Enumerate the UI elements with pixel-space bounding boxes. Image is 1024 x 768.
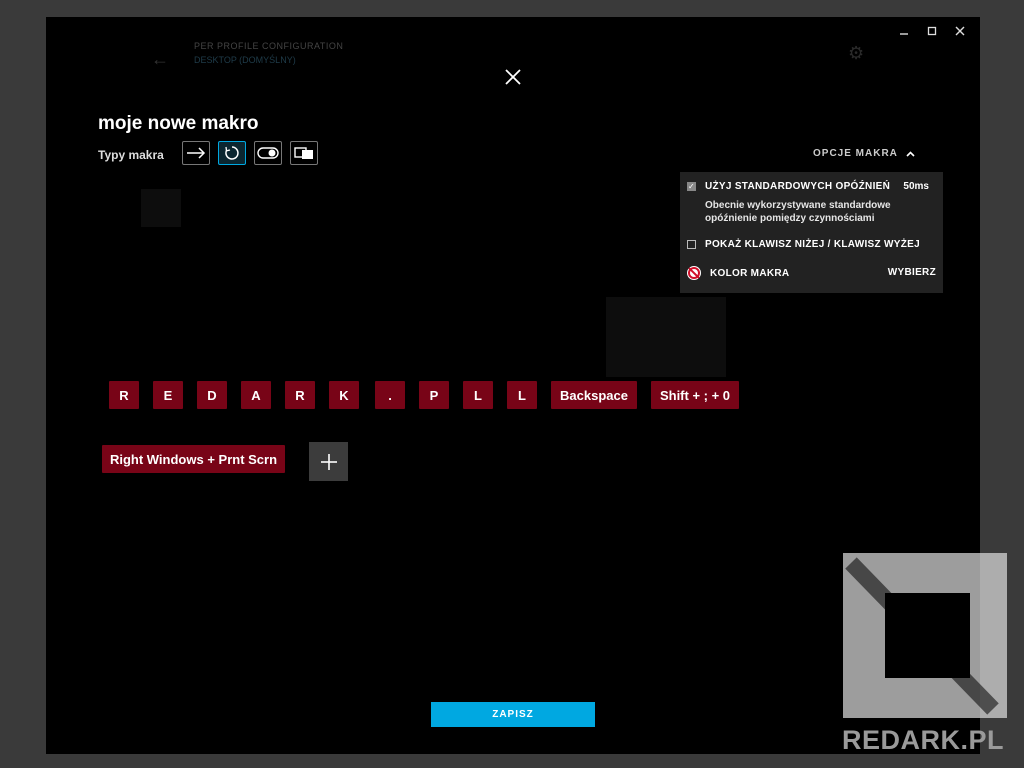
minimize-icon[interactable]	[892, 21, 916, 41]
macro-color-row: KOLOR MAKRA	[687, 266, 789, 280]
background-block	[141, 189, 181, 227]
macro-type-repeat-button[interactable]	[218, 141, 246, 165]
save-button[interactable]: ZAPISZ	[431, 702, 595, 727]
sequence-icon	[294, 147, 313, 159]
add-action-button[interactable]	[309, 442, 348, 481]
close-window-icon[interactable]	[948, 21, 972, 41]
repeat-circle-icon	[225, 146, 239, 160]
macro-type-toggle-button[interactable]	[254, 141, 282, 165]
macro-key[interactable]: L	[507, 381, 537, 409]
macro-type-no-repeat-button[interactable]	[182, 141, 210, 165]
default-delay-value[interactable]: 50ms	[903, 181, 929, 192]
app-window: ← PER PROFILE CONFIGURATION DESKTOP (DOM…	[46, 17, 980, 754]
choose-color-button[interactable]: WYBIERZ	[888, 267, 936, 278]
plus-icon	[320, 453, 337, 470]
back-arrow-icon: ←	[151, 49, 169, 69]
macro-key[interactable]: Right Windows + Prnt Scrn	[102, 445, 285, 473]
background-gear-icon: ⚙	[848, 43, 865, 63]
macro-key[interactable]: R	[109, 381, 139, 409]
redark-logo	[843, 553, 1007, 718]
maximize-icon[interactable]	[920, 21, 944, 41]
macro-key[interactable]: P	[419, 381, 449, 409]
show-keys-label: POKAŻ KLAWISZ NIŻEJ / KLAWISZ WYŻEJ	[705, 239, 920, 250]
background-header-title: PER PROFILE CONFIGURATION	[194, 41, 344, 51]
use-default-delays-checkbox[interactable]: ✓	[687, 182, 696, 191]
macro-key[interactable]: .	[375, 381, 405, 409]
macro-key[interactable]: R	[285, 381, 315, 409]
close-editor-icon[interactable]	[501, 65, 525, 89]
macro-key[interactable]: L	[463, 381, 493, 409]
macro-key[interactable]: D	[197, 381, 227, 409]
show-keys-row: POKAŻ KLAWISZ NIŻEJ / KLAWISZ WYŻEJ	[687, 239, 920, 250]
macro-options-panel: ✓ UŻYJ STANDARDOWYCH OPÓŹNIEŃ 50ms Obecn…	[680, 172, 943, 293]
default-delay-description: Obecnie wykorzystywane standardowe opóźn…	[705, 200, 891, 224]
show-keys-checkbox[interactable]	[687, 240, 696, 249]
macro-key[interactable]: A	[241, 381, 271, 409]
arrow-right-icon	[187, 147, 206, 159]
use-default-delays-label: UŻYJ STANDARDOWYCH OPÓŹNIEŃ	[705, 181, 891, 192]
macro-key[interactable]: K	[329, 381, 359, 409]
macro-title[interactable]: moje nowe makro	[98, 113, 259, 135]
macro-options-label: OPCJE MAKRA	[813, 148, 898, 159]
background-block	[606, 297, 726, 377]
no-color-icon	[687, 266, 701, 280]
macro-key[interactable]: E	[153, 381, 183, 409]
macro-key[interactable]: Backspace	[551, 381, 637, 409]
macro-options-toggle[interactable]: OPCJE MAKRA	[813, 148, 915, 159]
macro-type-sequence-button[interactable]	[290, 141, 318, 165]
background-header-subtitle: DESKTOP (DOMYŚLNY)	[194, 55, 296, 65]
watermark-text: REDARK.PL	[842, 725, 1005, 755]
macro-color-label: KOLOR MAKRA	[710, 267, 790, 279]
use-default-delays-row: ✓ UŻYJ STANDARDOWYCH OPÓŹNIEŃ	[687, 181, 929, 192]
window-controls	[892, 21, 972, 41]
chevron-up-icon	[906, 150, 915, 157]
macro-key[interactable]: Shift + ; + 0	[651, 381, 739, 409]
macro-types-label: Typy makra	[98, 148, 164, 162]
toggle-icon	[257, 147, 279, 159]
